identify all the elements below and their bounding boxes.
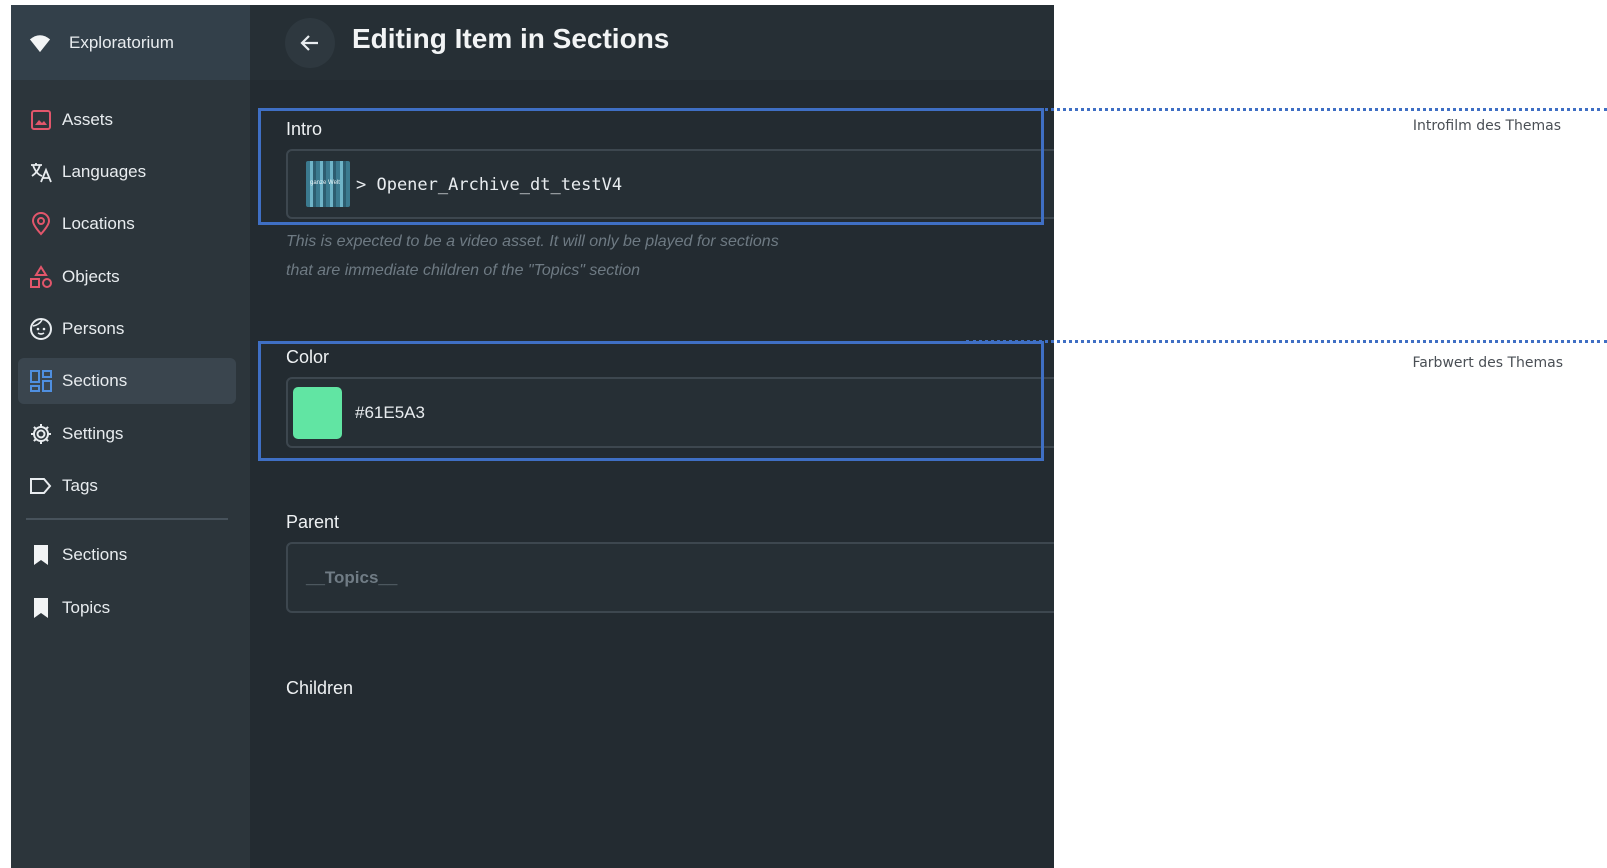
parent-value: __Topics__ — [306, 568, 398, 587]
sidebar-item-label: Locations — [62, 214, 135, 233]
sidebar-collection-sections[interactable]: Sections — [18, 532, 236, 578]
header-bar: Editing Item in Sections — [250, 5, 1054, 80]
app-name: Exploratorium — [69, 32, 174, 52]
color-annotation: Farbwert des Themas — [1412, 355, 1563, 371]
parent-label: Parent — [286, 512, 340, 532]
sidebar: Exploratorium Assets Languages Locations… — [11, 5, 250, 868]
sidebar-item-objects[interactable]: Objects — [18, 254, 236, 300]
sidebar-item-tags[interactable]: Tags — [18, 463, 236, 509]
sidebar-item-label: Objects — [62, 267, 120, 286]
arrow-left-icon — [300, 35, 318, 51]
sidebar-item-label: Languages — [62, 162, 147, 181]
color-leader-line — [966, 340, 1607, 343]
color-highlight-box — [258, 341, 1044, 461]
helper-line: This is expected to be a video asset. It… — [286, 233, 779, 250]
sidebar-item-settings[interactable]: Settings — [18, 411, 236, 457]
dashboard-icon — [28, 368, 54, 394]
sidebar-item-label: Assets — [62, 110, 114, 129]
intro-highlight-box — [258, 108, 1044, 225]
helper-line: that are immediate children of the "Topi… — [286, 262, 641, 279]
translate-icon — [28, 159, 54, 185]
location-pin-icon — [28, 211, 54, 237]
sidebar-item-label: Topics — [62, 598, 111, 617]
sidebar-item-sections[interactable]: Sections — [18, 358, 236, 404]
sidebar-collection-topics[interactable]: Topics — [18, 585, 236, 631]
gear-icon — [28, 421, 54, 447]
shapes-icon — [28, 264, 54, 290]
sidebar-item-locations[interactable]: Locations — [18, 201, 236, 247]
sidebar-item-languages[interactable]: Languages — [18, 149, 236, 195]
sidebar-divider — [26, 518, 228, 520]
intro-helper-text: This is expected to be a video asset. It… — [286, 227, 886, 285]
brand[interactable]: Exploratorium — [11, 5, 250, 80]
intro-leader-line — [966, 108, 1607, 111]
page-title: Editing Item in Sections — [352, 23, 670, 54]
intro-annotation: Introfilm des Themas — [1412, 118, 1561, 134]
sidebar-item-label: Settings — [62, 424, 124, 443]
bookmark-icon — [28, 595, 54, 621]
sidebar-item-label: Tags — [62, 476, 98, 495]
tag-icon — [28, 473, 54, 499]
back-button[interactable] — [285, 18, 335, 68]
children-label: Children — [286, 678, 354, 698]
parent-field[interactable]: __Topics__ — [286, 542, 1054, 613]
sidebar-item-persons[interactable]: Persons — [18, 306, 236, 352]
wifi-logo-icon — [29, 34, 51, 52]
face-icon — [28, 316, 54, 342]
bookmark-icon — [28, 542, 54, 568]
sidebar-item-label: Sections — [62, 545, 128, 564]
sidebar-item-label: Persons — [62, 319, 125, 338]
sidebar-item-label: Sections — [62, 371, 128, 390]
image-icon — [28, 107, 54, 133]
sidebar-item-assets[interactable]: Assets — [18, 97, 236, 143]
